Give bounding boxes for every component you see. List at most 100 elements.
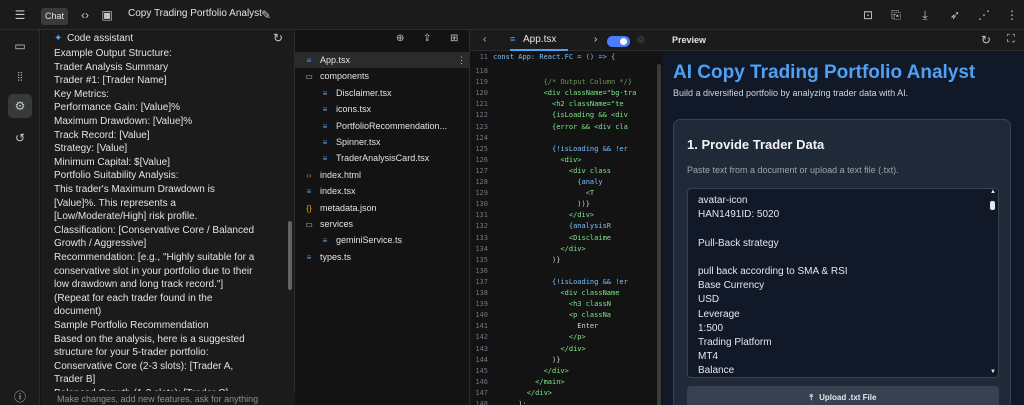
file-icon: {} bbox=[306, 203, 312, 213]
tree-item-label: icons.tsx bbox=[336, 104, 372, 115]
deploy-icon[interactable]: ➶ bbox=[947, 7, 963, 23]
preview-toggle-icon[interactable]: ▣ bbox=[99, 7, 115, 23]
file-icon: ≡ bbox=[322, 105, 328, 115]
download-icon[interactable]: ⤓ bbox=[917, 7, 933, 23]
toggle-knob bbox=[620, 38, 627, 45]
scroll-down-icon[interactable]: ▼ bbox=[990, 369, 996, 375]
line-number: 130 bbox=[475, 200, 488, 209]
tree-folder[interactable]: ▭ components bbox=[295, 68, 470, 84]
share-icon[interactable]: ⋰ bbox=[976, 7, 992, 23]
build-icon[interactable]: ⚙ bbox=[8, 94, 32, 118]
tree-file[interactable]: ≡ icons.tsx bbox=[295, 101, 470, 117]
tree-file[interactable]: {} metadata.json bbox=[295, 200, 470, 216]
code-text: </div> bbox=[493, 244, 586, 253]
new-file-icon[interactable]: ⊕ bbox=[396, 33, 404, 44]
card-description: Paste text from a document or upload a t… bbox=[687, 165, 899, 175]
code-text: <div className="bg-tra bbox=[493, 89, 637, 98]
code-text: <p classNa bbox=[493, 311, 612, 320]
editor-scrollbar[interactable] bbox=[657, 64, 661, 405]
code-line: 118 bbox=[470, 66, 663, 77]
tree-file[interactable]: ≡ PortfolioRecommendation... bbox=[295, 118, 470, 134]
assistant-text-line: Trader #1: [Trader Name] bbox=[54, 75, 167, 87]
edit-icon[interactable]: ✎ bbox=[258, 7, 274, 23]
tree-file[interactable]: ≡ Spinner.tsx bbox=[295, 134, 470, 150]
tree-item-label: components bbox=[320, 71, 370, 82]
line-number: 137 bbox=[475, 277, 488, 286]
textarea-line: MT4 bbox=[698, 351, 718, 363]
line-number: 135 bbox=[475, 255, 488, 264]
tab-prev-icon[interactable]: ‹ bbox=[483, 34, 486, 45]
info-icon[interactable]: ⓘ bbox=[8, 385, 32, 405]
screenshot-icon[interactable]: ⊡ bbox=[860, 7, 876, 23]
code-line: 138 <div className bbox=[470, 288, 663, 299]
code-text: {!isLoading && !er bbox=[493, 144, 628, 153]
trader-data-textarea[interactable]: avatar-icon HAN1491ID: 5020 Pull-Back stra… bbox=[687, 188, 999, 378]
upload-icon: ⤒ bbox=[809, 393, 814, 402]
scroll-up-icon[interactable]: ▲ bbox=[990, 189, 996, 195]
reload-icon[interactable]: ↻ bbox=[981, 33, 991, 47]
code-text: {analy bbox=[493, 178, 603, 186]
file-icon: ≡ bbox=[322, 138, 328, 147]
tree-file[interactable]: ≡ Disclaimer.tsx bbox=[295, 85, 470, 101]
new-folder-icon[interactable]: ⊞ bbox=[450, 33, 458, 44]
file-icon: ≡ bbox=[306, 252, 312, 262]
assistant-text-line: [Value]%. This represents a bbox=[54, 197, 176, 209]
code-line: 134 </div> bbox=[470, 244, 663, 255]
code-line: 120 <div className="bg-tra bbox=[470, 88, 663, 99]
app-title: Copy Trading Portfolio Analyst bbox=[128, 8, 262, 19]
tree-file[interactable]: ≡ index.tsx bbox=[295, 183, 470, 199]
line-number: 144 bbox=[475, 355, 488, 364]
tree-file[interactable]: ≡ geminiService.ts bbox=[295, 232, 470, 248]
tab-next-icon[interactable]: › bbox=[594, 34, 597, 45]
code-assistant-panel: ✦ Code assistant ↻ Example Output Struct… bbox=[41, 30, 295, 405]
code-line: 136 bbox=[470, 266, 663, 277]
upload-button-label: Upload .txt File bbox=[819, 393, 877, 402]
line-number: 122 bbox=[475, 111, 488, 120]
tree-file[interactable]: ‹› index.html bbox=[295, 167, 470, 183]
stop-icon[interactable]: ◎ bbox=[637, 34, 645, 45]
assistant-input[interactable]: Make changes, add new features, ask for … bbox=[41, 391, 295, 405]
textarea-scrollbar[interactable] bbox=[990, 201, 995, 210]
tree-item-label: App.tsx bbox=[320, 55, 351, 65]
upload-file-icon[interactable]: ⇪ bbox=[423, 33, 431, 44]
code-line: 129 <T bbox=[470, 188, 663, 199]
tree-file[interactable]: ≡ types.ts bbox=[295, 249, 470, 265]
code-text: </div> bbox=[493, 211, 595, 220]
file-icon: ‹› bbox=[306, 170, 312, 180]
file-tree: ⊕ ⇪ ⊞ ≡ App.tsx ⋮ ▭ components ≡ Disclaimer.ts… bbox=[295, 30, 470, 405]
assistant-scrollbar[interactable] bbox=[288, 221, 292, 290]
code-line: 145 </div> bbox=[470, 366, 663, 377]
tree-item-label: index.tsx bbox=[320, 186, 356, 197]
assistant-text-line: Based on the analysis, here is a suggest… bbox=[54, 333, 245, 345]
code-text: {isLoading && <div bbox=[493, 111, 628, 120]
tree-item-label: Disclaimer.tsx bbox=[336, 87, 392, 98]
save-icon[interactable]: ⎘ bbox=[888, 7, 904, 23]
left-rail: ▭ ⦙⦙ ▢ ⚙ ↺ ⓘ bbox=[0, 30, 40, 405]
preview-panel: Preview ↻ ⛶ AI Copy Trading Portfolio An… bbox=[663, 30, 1024, 405]
tree-file[interactable]: ≡ App.tsx ⋮ bbox=[295, 52, 470, 68]
more-icon[interactable]: ⋮ bbox=[1004, 7, 1020, 23]
audio-icon[interactable]: ⦙⦙ bbox=[8, 65, 32, 89]
code-text: </main> bbox=[493, 377, 565, 386]
tab-app-tsx[interactable]: App.tsx bbox=[523, 34, 556, 45]
file-icon: ≡ bbox=[322, 88, 328, 98]
upload-txt-button[interactable]: ⤒ Upload .txt File bbox=[687, 386, 999, 405]
history-icon[interactable]: ↺ bbox=[8, 126, 32, 150]
more-icon[interactable]: ⋮ bbox=[457, 52, 466, 68]
code-text: Enter bbox=[493, 322, 599, 331]
toggle-switch[interactable] bbox=[607, 36, 630, 47]
code-text: {error && <div cla bbox=[493, 122, 628, 131]
refresh-icon[interactable]: ↻ bbox=[273, 31, 283, 45]
line-number: 147 bbox=[475, 388, 488, 397]
tree-file[interactable]: ≡ TraderAnalysisCard.tsx bbox=[295, 150, 470, 166]
card-title: 1. Provide Trader Data bbox=[687, 137, 825, 152]
chat-icon[interactable]: ▭ bbox=[8, 34, 32, 58]
tree-folder[interactable]: ▭ services bbox=[295, 216, 470, 232]
fullscreen-icon[interactable]: ⛶ bbox=[1007, 33, 1015, 46]
code-line: 128 {analy bbox=[470, 177, 663, 188]
menu-icon[interactable]: ☰ bbox=[12, 7, 28, 23]
code-toggle-icon[interactable]: ‹› bbox=[77, 7, 93, 23]
line-number: 119 bbox=[475, 78, 488, 87]
textarea-line: Base Currency bbox=[698, 280, 765, 292]
line-number: 120 bbox=[475, 89, 488, 98]
